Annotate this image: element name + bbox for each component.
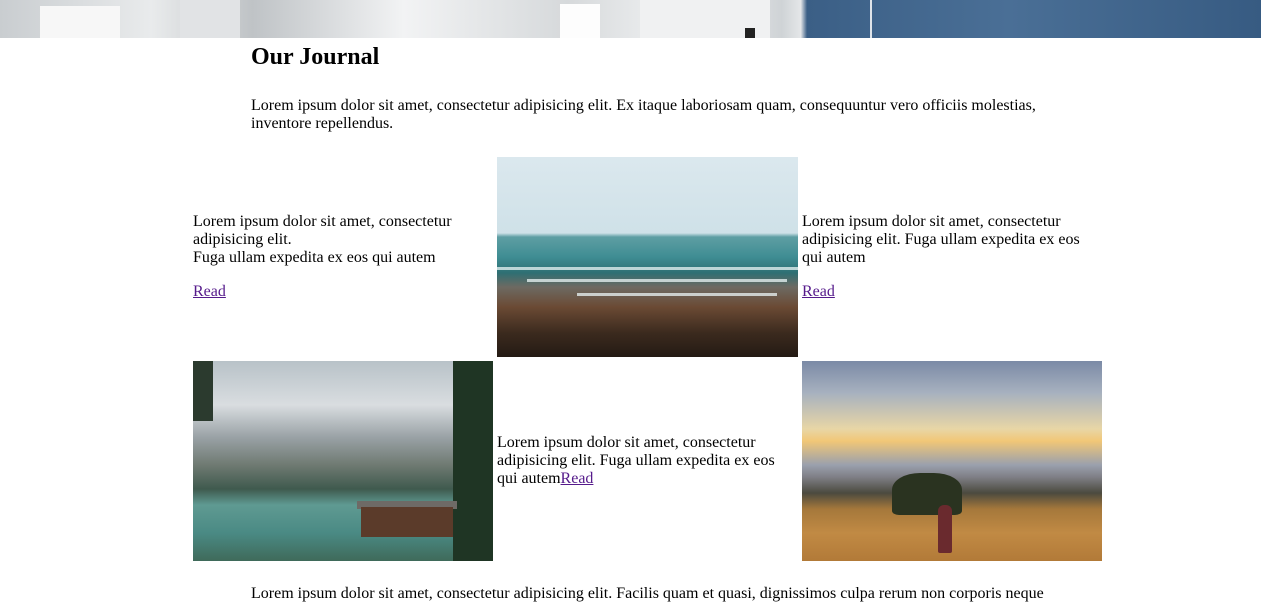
wave-foam: [527, 279, 787, 282]
beach-photo: [497, 157, 798, 357]
page-title: Our Journal: [251, 44, 380, 70]
hero-building: [560, 4, 600, 38]
entry-text: Fuga ullam expedita ex eos qui autem: [193, 249, 436, 266]
read-link[interactable]: Read: [802, 283, 1092, 301]
hero-banner-image: [0, 0, 1261, 38]
savanna-sunset-photo: [802, 361, 1102, 561]
tree-silhouette: [193, 361, 213, 421]
journal-entry-3: Lorem ipsum dolor sit amet, consectetur …: [497, 434, 787, 488]
entry-text: Lorem ipsum dolor sit amet, consectetur …: [193, 213, 452, 248]
person-figure: [938, 505, 952, 553]
hero-mast: [870, 0, 872, 38]
hero-building: [40, 6, 120, 38]
hero-building: [180, 0, 240, 38]
entry-text: Lorem ipsum dolor sit amet, consectetur …: [497, 434, 775, 487]
journal-entry-2: Lorem ipsum dolor sit amet, consectetur …: [802, 213, 1092, 301]
footer-paragraph: Lorem ipsum dolor sit amet, consectetur …: [251, 585, 1044, 602]
wave-foam: [497, 267, 798, 270]
journal-entry-1: Lorem ipsum dolor sit amet, consectetur …: [193, 213, 493, 301]
wave-foam: [577, 293, 777, 296]
intro-paragraph: Lorem ipsum dolor sit amet, consectetur …: [251, 97, 1036, 132]
read-link[interactable]: Read: [193, 283, 493, 301]
cabin: [361, 507, 453, 537]
hero-window: [745, 28, 755, 38]
read-link[interactable]: Read: [561, 470, 594, 487]
tree-silhouette: [453, 361, 493, 561]
entry-text: Lorem ipsum dolor sit amet, consectetur …: [802, 213, 1080, 266]
mountain-lake-photo: [193, 361, 493, 561]
